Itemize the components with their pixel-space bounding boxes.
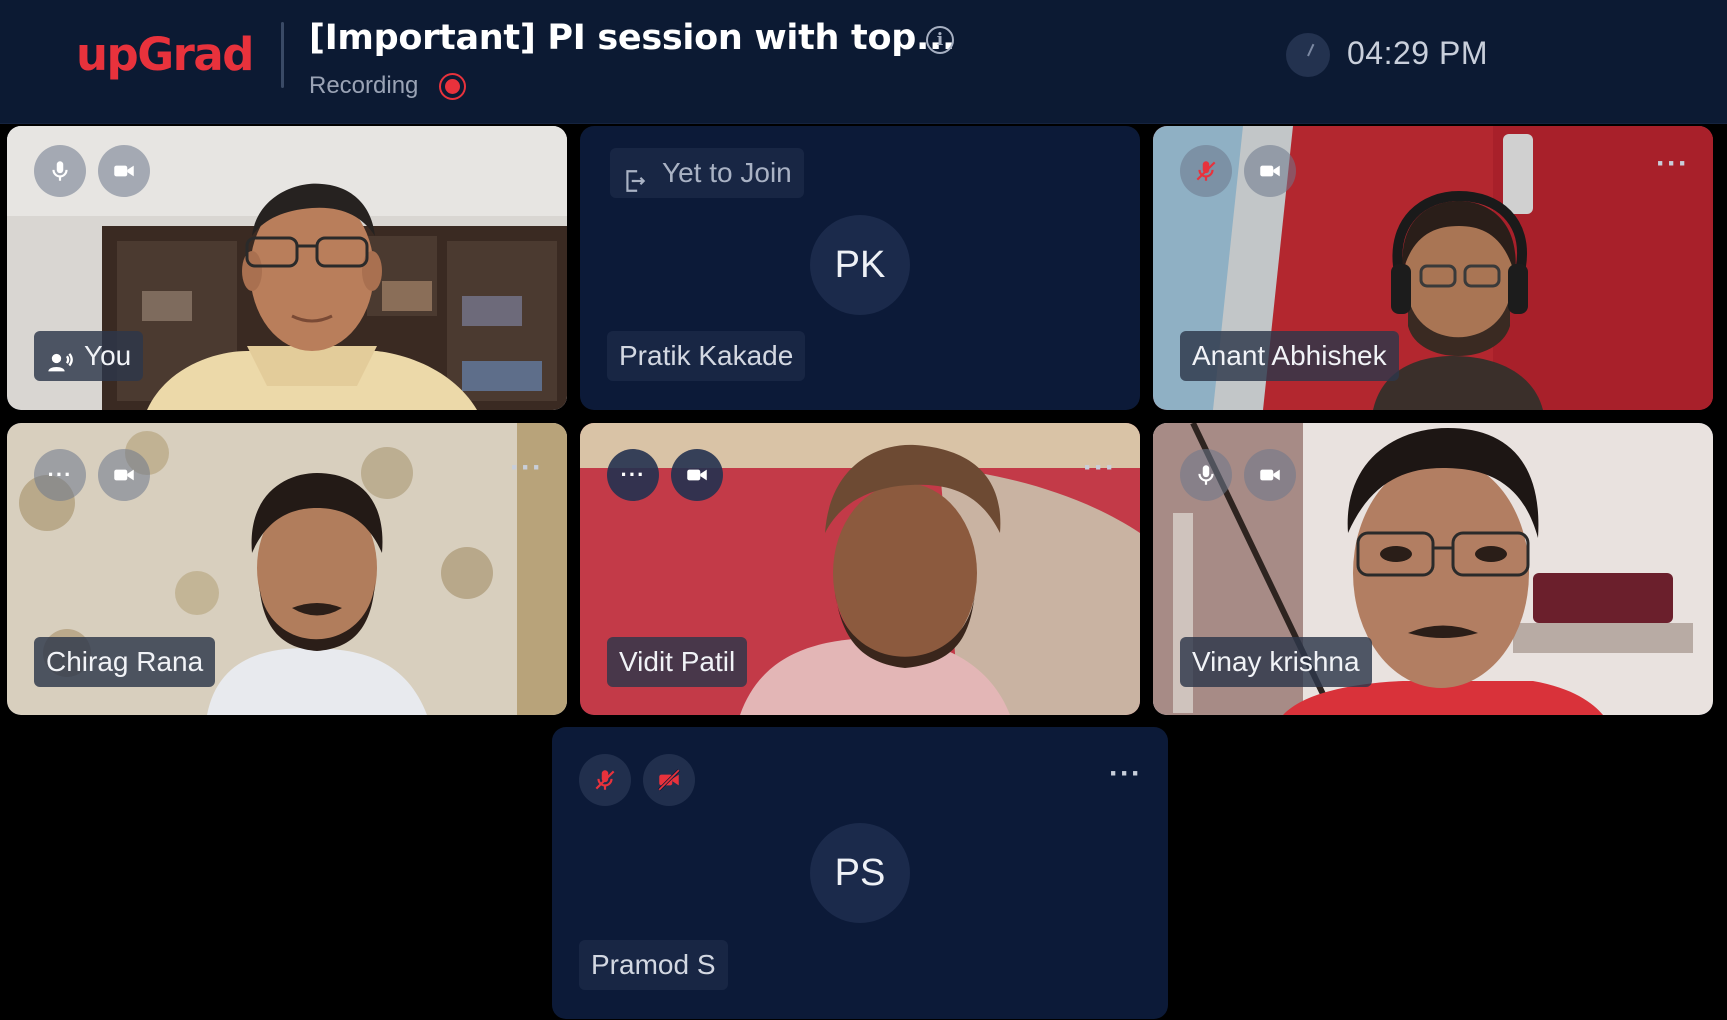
- more-options-icon[interactable]: ···: [1083, 453, 1116, 483]
- participant-name: Vinay krishna: [1180, 637, 1372, 687]
- mic-on-icon[interactable]: [1180, 449, 1232, 501]
- mic-muted-icon[interactable]: [1180, 145, 1232, 197]
- more-options-icon[interactable]: ···: [1109, 759, 1142, 789]
- more-options-icon[interactable]: ···: [1656, 149, 1689, 179]
- participant-tile-anant[interactable]: ··· Anant Abhishek: [1153, 126, 1713, 410]
- speaking-icon: [46, 342, 74, 372]
- recording-label: Recording: [309, 72, 419, 99]
- exit-icon: [622, 160, 648, 192]
- join-status: Yet to Join: [610, 148, 804, 198]
- upgrad-logo: upGrad: [76, 28, 254, 81]
- camera-on-icon[interactable]: [98, 145, 150, 197]
- participant-tile-pramod[interactable]: ··· PS Pramod S: [552, 727, 1168, 1019]
- camera-on-icon[interactable]: [671, 449, 723, 501]
- participant-tile-chirag[interactable]: ··· ··· Chirag Rana: [7, 423, 567, 715]
- participant-name: Vidit Patil: [607, 637, 748, 687]
- ellipsis-icon: ···: [47, 462, 73, 487]
- clock-icon: [1286, 33, 1330, 77]
- participant-name: You: [84, 340, 132, 371]
- mic-connecting-icon[interactable]: ···: [34, 449, 86, 501]
- participant-tile-vinay[interactable]: Vinay krishna: [1153, 423, 1713, 715]
- participant-name: Pratik Kakade: [607, 331, 806, 381]
- join-status-text: Yet to Join: [662, 157, 792, 188]
- avatar: PK: [810, 215, 910, 315]
- ellipsis-icon: ···: [620, 462, 646, 487]
- header-divider: [281, 22, 284, 88]
- participant-name: Anant Abhishek: [1180, 331, 1399, 381]
- camera-on-icon[interactable]: [1244, 145, 1296, 197]
- camera-on-icon[interactable]: [98, 449, 150, 501]
- mic-muted-icon[interactable]: [579, 754, 631, 806]
- participant-tile-you[interactable]: You: [7, 126, 567, 410]
- participant-tile-pratik[interactable]: Yet to Join PK Pratik Kakade: [580, 126, 1140, 410]
- meeting-header: upGrad [Important] PI session with top..…: [0, 0, 1727, 124]
- recording-indicator-icon: [439, 73, 466, 100]
- mic-connecting-icon[interactable]: ···: [607, 449, 659, 501]
- avatar: PS: [810, 823, 910, 923]
- participant-name-tag: You: [34, 331, 144, 381]
- camera-off-icon[interactable]: [643, 754, 695, 806]
- camera-on-icon[interactable]: [1244, 449, 1296, 501]
- participant-name: Pramod S: [579, 940, 728, 990]
- meeting-clock: 04:29 PM: [1347, 35, 1488, 71]
- info-icon[interactable]: i: [926, 26, 954, 54]
- session-title: [Important] PI session with top...: [309, 18, 955, 58]
- more-options-icon[interactable]: ···: [510, 453, 543, 483]
- participant-name: Chirag Rana: [34, 637, 216, 687]
- mic-on-icon[interactable]: [34, 145, 86, 197]
- participant-tile-vidit[interactable]: ··· ··· Vidit Patil: [580, 423, 1140, 715]
